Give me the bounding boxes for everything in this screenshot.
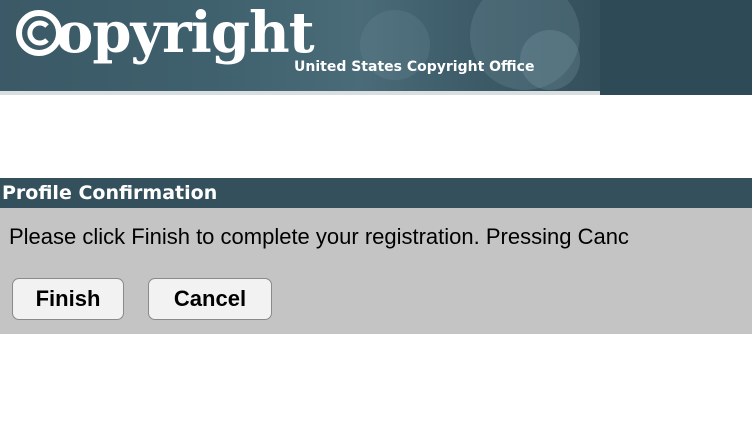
logo-subtitle: United States Copyright Office [294,59,535,75]
cancel-button[interactable]: Cancel [148,278,272,320]
site-header: opyright United States Copyright Office [0,0,752,95]
profile-confirmation-title: Profile Confirmation [0,178,752,208]
profile-confirmation-panel: Please click Finish to complete your reg… [0,208,752,334]
logo-wordmark: opyright [56,0,315,66]
header-divider [0,91,600,95]
header-right-fill [600,0,752,95]
page: opyright United States Copyright Office … [0,0,752,422]
confirmation-message: Please click Finish to complete your reg… [9,224,629,249]
finish-button[interactable]: Finish [12,278,124,320]
